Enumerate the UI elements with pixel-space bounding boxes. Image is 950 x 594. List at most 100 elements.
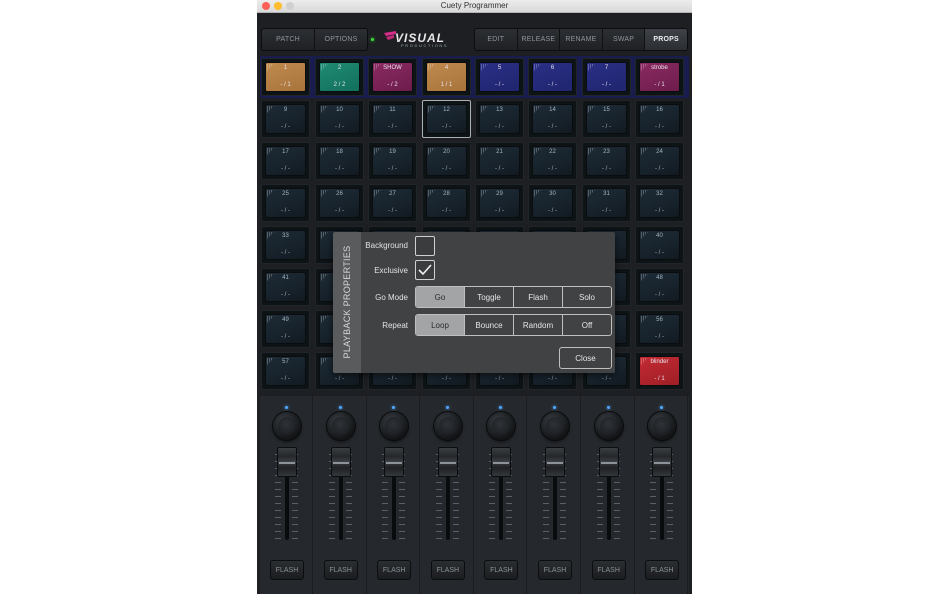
repeat-bounce-option[interactable]: Bounce (465, 315, 514, 335)
playback-cell[interactable]: 18 - / - (315, 142, 364, 180)
playback-cell[interactable]: 7 - / - (582, 58, 631, 96)
playback-cell[interactable]: 57 - / - (261, 352, 310, 390)
playback-cell[interactable]: 33 - / - (261, 226, 310, 264)
playback-cell[interactable]: 23 - / - (582, 142, 631, 180)
flash-button[interactable]: FLASH (484, 560, 519, 580)
fader-handle[interactable] (491, 447, 512, 477)
playback-cell[interactable]: 12 - / - (422, 100, 471, 138)
playback-name: 5 (497, 65, 502, 71)
playback-cell[interactable]: 6 - / - (528, 58, 577, 96)
title-bar: Cuety Programmer (257, 0, 692, 13)
cue-count: - / - (495, 208, 504, 214)
playback-cell[interactable]: 21 - / - (475, 142, 524, 180)
fader-handle[interactable] (545, 447, 565, 477)
fader-handle[interactable] (384, 447, 405, 477)
playback-cell[interactable]: 10 - / - (315, 100, 364, 138)
fader-handle[interactable] (652, 447, 673, 477)
playback-cell[interactable]: strobe - / 1 (635, 58, 684, 96)
go-mode-solo-option[interactable]: Solo (563, 287, 611, 307)
exclusive-checkbox[interactable] (415, 260, 435, 280)
toolbar-rename-button[interactable]: RENAME (560, 29, 603, 50)
playback-cell-face: 33 - / - (265, 230, 306, 260)
playback-cell[interactable]: 16 - / - (635, 100, 684, 138)
toolbar-release-button[interactable]: RELEASE (518, 29, 561, 50)
dialog-side-panel: PLAYBACK PROPERTIES (333, 232, 361, 373)
repeat-loop-option[interactable]: Loop (416, 315, 465, 335)
playback-cell[interactable]: 49 - / - (261, 310, 310, 348)
playback-cell[interactable]: 56 - / - (635, 310, 684, 348)
rotary-knob[interactable] (433, 412, 462, 440)
toolbar-patch-button[interactable]: PATCH (262, 29, 315, 50)
toolbar-edit-button[interactable]: EDIT (475, 29, 518, 50)
cue-count: - / - (548, 166, 557, 172)
rotary-knob[interactable] (594, 412, 623, 440)
playback-name: 57 (282, 359, 289, 365)
toolbar-swap-button[interactable]: SWAP (603, 29, 646, 50)
repeat-off-option[interactable]: Off (563, 315, 611, 335)
playback-cell[interactable]: 28 - / - (422, 184, 471, 222)
close-button[interactable]: Close (559, 347, 612, 369)
playback-cell-face: 18 - / - (319, 146, 360, 176)
rotary-knob[interactable] (326, 412, 355, 440)
playback-cell[interactable]: 31 - / - (582, 184, 631, 222)
fader-handle[interactable] (598, 447, 619, 477)
go-mode-flash-option[interactable]: Flash (514, 287, 563, 307)
flash-button[interactable]: FLASH (323, 560, 358, 580)
flash-button[interactable]: FLASH (538, 560, 572, 580)
rotary-knob[interactable] (380, 412, 409, 440)
playback-name: 10 (336, 107, 343, 113)
playback-cell[interactable]: 25 - / - (261, 184, 310, 222)
playback-cell[interactable]: 26 - / - (315, 184, 364, 222)
go-mode-go-option[interactable]: Go (416, 287, 465, 307)
flash-button[interactable]: FLASH (430, 560, 465, 580)
cue-count: - / 2 (387, 82, 398, 88)
playback-cell[interactable]: 2 2 / 2 (315, 58, 364, 96)
playback-cell[interactable]: 20 - / - (422, 142, 471, 180)
playback-cell[interactable]: 29 - / - (475, 184, 524, 222)
playback-name: 20 (443, 149, 450, 155)
rotary-knob[interactable] (648, 412, 677, 440)
playback-cell[interactable]: 24 - / - (635, 142, 684, 180)
playback-cell[interactable]: 32 - / - (635, 184, 684, 222)
logo-subtext: PRODUCTIONS (401, 43, 449, 48)
playback-cell[interactable]: blinder - / 1 (635, 352, 684, 390)
playback-name: 4 (444, 65, 449, 71)
fader-handle[interactable] (437, 447, 458, 477)
playback-cell[interactable]: 14 - / - (528, 100, 577, 138)
rotary-knob[interactable] (487, 412, 516, 440)
flash-button[interactable]: FLASH (270, 560, 304, 580)
playback-cell[interactable]: 1 - / 1 (261, 58, 310, 96)
playback-cell[interactable]: 41 - / - (261, 268, 310, 306)
playback-cell[interactable]: 11 - / - (368, 100, 417, 138)
playback-cell[interactable]: 15 - / - (582, 100, 631, 138)
playback-cell-face: 24 - / - (639, 146, 680, 176)
toolbar-options-button[interactable]: OPTIONS (315, 29, 367, 50)
playback-cell[interactable]: 48 - / - (635, 268, 684, 306)
flash-button[interactable]: FLASH (377, 560, 412, 580)
cue-count: - / - (655, 334, 664, 340)
rotary-knob[interactable] (273, 412, 301, 440)
playback-cell[interactable]: 19 - / - (368, 142, 417, 180)
go-mode-toggle-option[interactable]: Toggle (465, 287, 514, 307)
playback-cell[interactable]: 17 - / - (261, 142, 310, 180)
toolbar-props-button[interactable]: PROPS (645, 29, 687, 50)
playback-cell[interactable]: 22 - / - (528, 142, 577, 180)
flash-button[interactable]: FLASH (591, 560, 626, 580)
playback-cell[interactable]: 13 - / - (475, 100, 524, 138)
fader-handle[interactable] (277, 447, 297, 477)
background-checkbox[interactable] (415, 236, 435, 256)
flash-button[interactable]: FLASH (645, 560, 680, 580)
playback-name: 33 (282, 233, 289, 239)
playback-cell[interactable]: 9 - / - (261, 100, 310, 138)
dialog-title: PLAYBACK PROPERTIES (342, 245, 352, 359)
playback-cell-face: 57 - / - (265, 356, 306, 386)
rotary-knob[interactable] (541, 412, 569, 440)
playback-cell[interactable]: 27 - / - (368, 184, 417, 222)
playback-cell[interactable]: 4 1 / 1 (422, 58, 471, 96)
playback-cell[interactable]: 30 - / - (528, 184, 577, 222)
repeat-random-option[interactable]: Random (514, 315, 563, 335)
playback-cell[interactable]: SHOW - / 2 (368, 58, 417, 96)
fader-handle[interactable] (330, 447, 351, 477)
playback-cell[interactable]: 40 - / - (635, 226, 684, 264)
playback-cell[interactable]: 5 - / - (475, 58, 524, 96)
